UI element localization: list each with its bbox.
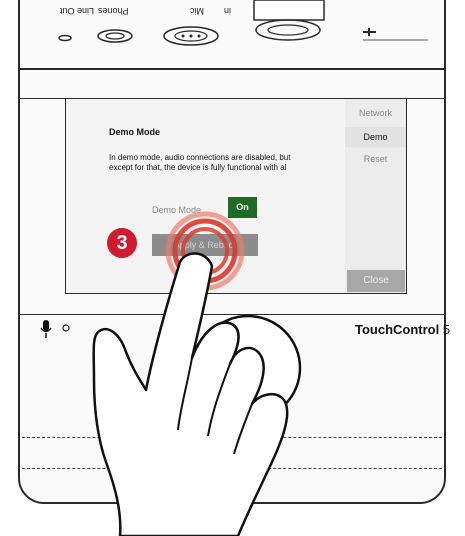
- tap-hand-icon: [92, 252, 302, 536]
- port-label-phones: Phones: [98, 6, 129, 16]
- line-out-jack: [58, 34, 72, 42]
- settings-sidebar: Network Demo Reset: [345, 99, 406, 293]
- sidebar-item-demo[interactable]: Demo: [345, 127, 406, 147]
- brand-label: TouchControl 5: [355, 322, 450, 337]
- brand-model: 5: [442, 322, 451, 337]
- network-jack: [255, 19, 321, 41]
- phones-jack: [97, 29, 133, 43]
- brand-name: TouchControl: [355, 322, 440, 337]
- microphone-icon: [40, 320, 70, 338]
- port-label-in: in: [224, 6, 232, 16]
- sidebar-item-reset[interactable]: Reset: [345, 151, 406, 167]
- close-button[interactable]: Close: [347, 270, 405, 292]
- dialog-title: Demo Mode: [109, 127, 161, 137]
- sidebar-item-network[interactable]: Network: [345, 105, 406, 121]
- port-label-line-out: Line Out: [60, 6, 95, 16]
- dialog-body-text: In demo mode, audio connections are disa…: [109, 153, 291, 172]
- led-indicator-icon: [62, 324, 70, 332]
- plug-body: [253, 0, 325, 21]
- port-label-mic: Mic: [190, 6, 204, 16]
